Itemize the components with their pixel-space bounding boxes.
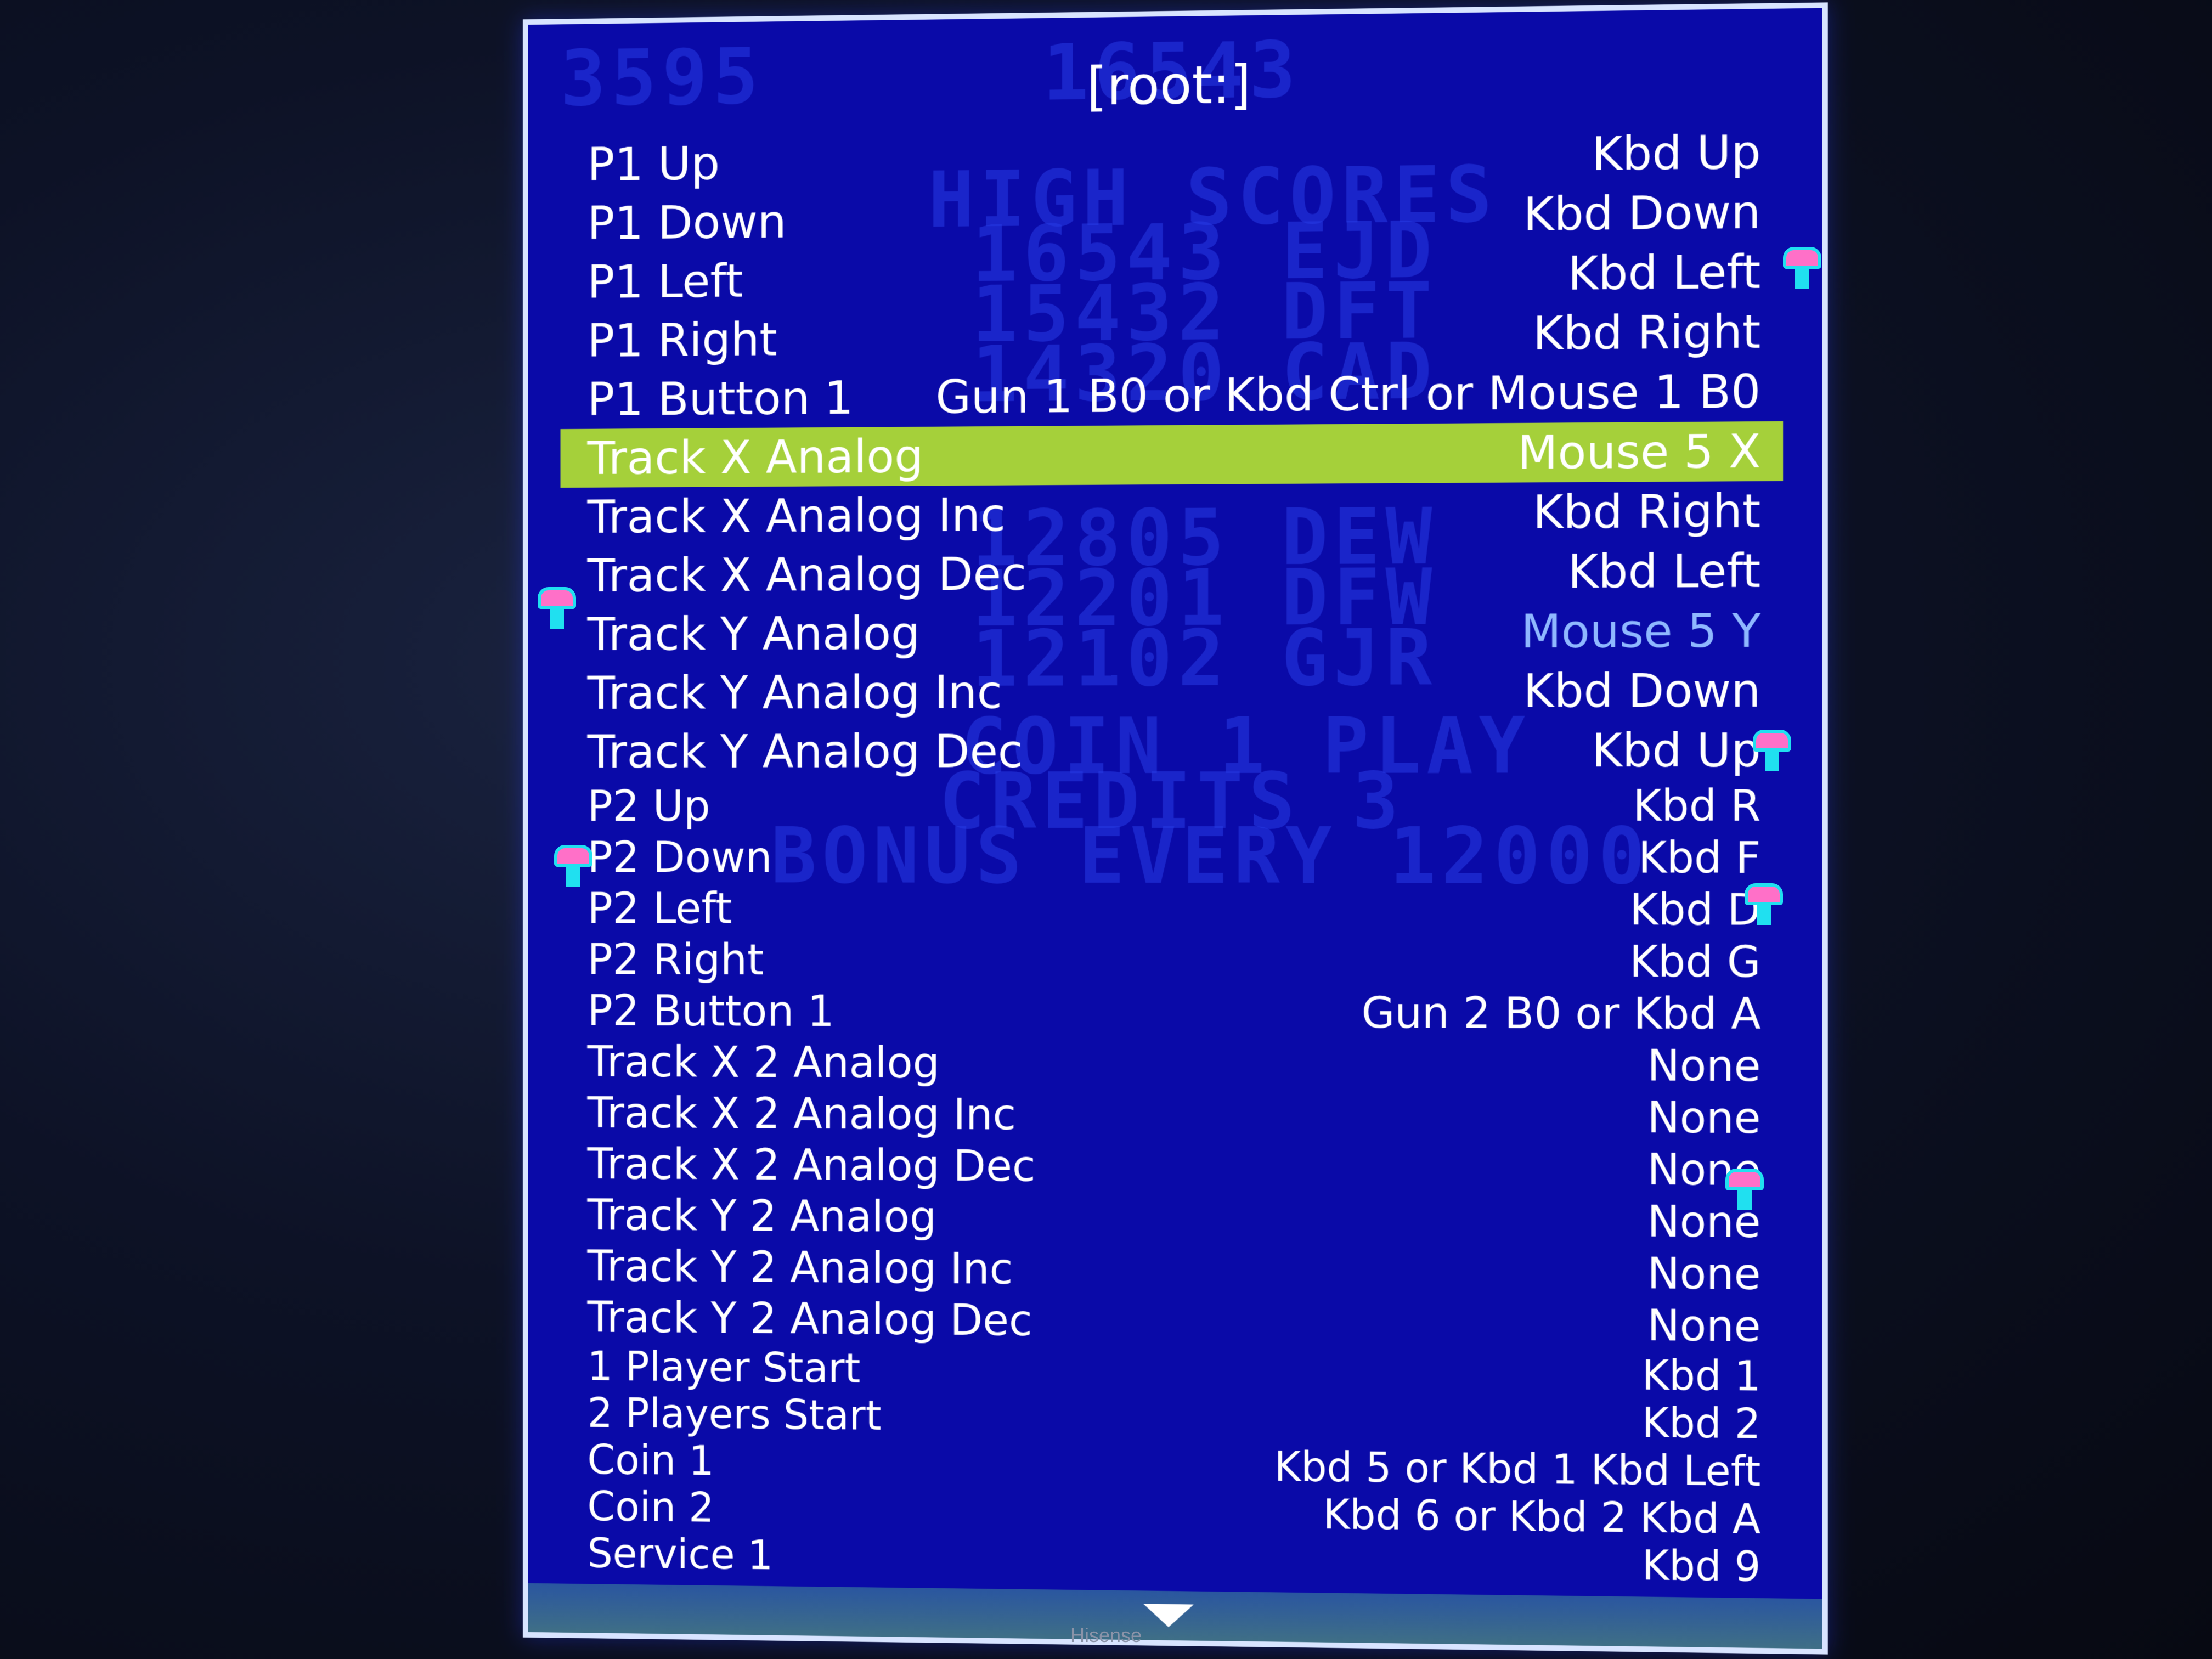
row-value: Kbd Down	[1523, 663, 1761, 718]
mushroom-icon	[1753, 730, 1791, 774]
row-value: Kbd F	[1638, 833, 1761, 883]
row-label: Track X 2 Analog	[587, 1037, 940, 1088]
row-value: Kbd 6 or Kbd 2 Kbd A	[1323, 1491, 1761, 1544]
row-label: Track X 2 Analog Dec	[587, 1139, 1036, 1192]
row-value: Kbd Up	[1592, 125, 1761, 182]
row-label: Track Y 2 Analog Dec	[587, 1293, 1032, 1346]
row-value: Kbd D	[1629, 885, 1761, 935]
row-label: 1 Player Start	[587, 1343, 861, 1392]
tv-brand-logo: Hisense	[1070, 1624, 1142, 1646]
mushroom-icon	[1725, 1169, 1764, 1212]
row-value: Kbd Right	[1532, 304, 1761, 361]
row-label: Track Y Analog Inc	[587, 665, 1002, 720]
mushroom-icon	[1745, 883, 1783, 927]
row-value: Kbd 2	[1641, 1399, 1761, 1448]
row-value: None	[1647, 1301, 1761, 1352]
row-value: Mouse 5 Y	[1521, 603, 1761, 659]
row-value: Kbd G	[1629, 937, 1761, 988]
menu-row-p1-down[interactable]: P1 Down Kbd Down	[561, 182, 1784, 253]
game-screen: 3595 16543 HIGH SCORES 16543 EJD 15432 D…	[522, 2, 1828, 1655]
row-label: P2 Up	[587, 782, 710, 831]
row-value: Gun 1 B0 or Kbd Ctrl or Mouse 1 B0	[935, 364, 1761, 424]
menu-row-track-y-2-analog-dec[interactable]: Track Y 2 Analog Dec None	[561, 1292, 1784, 1353]
menu-row-track-x-analog-dec[interactable]: Track X Analog Dec Kbd Left	[561, 541, 1784, 605]
row-label: Coin 2	[587, 1483, 714, 1532]
menu-row-track-x-2-analog-dec[interactable]: Track X 2 Analog Dec None	[561, 1138, 1784, 1197]
row-value: Kbd Up	[1592, 723, 1761, 778]
menu-row-track-y-2-analog[interactable]: Track Y 2 Analog None	[561, 1190, 1784, 1249]
menu-row-track-y-2-analog-inc[interactable]: Track Y 2 Analog Inc None	[561, 1241, 1784, 1301]
row-value: Kbd R	[1633, 781, 1761, 832]
row-label: Coin 1	[587, 1436, 714, 1485]
tv-frame: 3595 16543 HIGH SCORES 16543 EJD 15432 D…	[0, 0, 2212, 1659]
menu-row-track-y-analog-inc[interactable]: Track Y Analog Inc Kbd Down	[561, 661, 1784, 723]
row-label: P1 Button 1	[587, 371, 854, 426]
row-label: Service 1	[587, 1530, 774, 1579]
row-label: P1 Down	[587, 195, 787, 250]
row-label: Track X Analog	[587, 429, 924, 485]
row-label: P2 Right	[587, 935, 764, 985]
menu-row-track-y-analog[interactable]: Track Y Analog Mouse 5 Y	[561, 601, 1784, 664]
row-value: Mouse 5 X	[1517, 424, 1761, 480]
row-label: Track Y Analog Dec	[587, 724, 1023, 778]
menu-row-p2-left[interactable]: P2 Left Kbd D	[561, 883, 1784, 936]
row-label: Track X 2 Analog Inc	[587, 1088, 1017, 1140]
row-value: Kbd Left	[1567, 245, 1761, 301]
row-label: Track Y Analog	[587, 606, 920, 661]
row-value: None	[1647, 1093, 1761, 1144]
menu-row-track-x-analog-selected[interactable]: Track X Analog Mouse 5 X	[560, 421, 1784, 488]
menu-row-track-x-2-analog[interactable]: Track X 2 Analog None	[561, 1036, 1784, 1092]
menu-row-p2-button-1[interactable]: P2 Button 1 Gun 2 B0 or Kbd A	[561, 985, 1784, 1041]
row-label: P1 Left	[587, 254, 743, 309]
row-value: Kbd Right	[1532, 484, 1761, 539]
menu-row-track-x-2-analog-inc[interactable]: Track X 2 Analog Inc None	[561, 1087, 1784, 1144]
row-label: P1 Up	[587, 137, 720, 191]
row-label: Track Y 2 Analog Inc	[587, 1242, 1013, 1294]
mushroom-icon	[1783, 247, 1821, 291]
row-label: 2 Players Start	[587, 1390, 882, 1440]
menu-row-track-y-analog-dec[interactable]: Track Y Analog Dec Kbd Up	[561, 720, 1784, 781]
mushroom-icon	[554, 845, 592, 889]
row-label: P1 Right	[587, 312, 777, 368]
menu-row-p1-left[interactable]: P1 Left Kbd Left	[561, 242, 1784, 312]
menu-row-p1-button-1[interactable]: P1 Button 1 Gun 1 B0 or Kbd Ctrl or Mouse…	[561, 362, 1784, 429]
row-value: None	[1647, 1041, 1761, 1092]
row-label: P2 Down	[587, 833, 772, 883]
row-label: P2 Left	[587, 884, 732, 934]
row-value: Kbd 1	[1641, 1352, 1761, 1401]
menu-row-p2-right[interactable]: P2 Right Kbd G	[561, 934, 1784, 989]
row-value: Gun 2 B0 or Kbd A	[1361, 988, 1761, 1040]
row-value: Kbd 5 or Kbd 1 Kbd Left	[1274, 1443, 1761, 1496]
input-mapping-list: P1 Up Kbd Up P1 Down Kbd Down P1 Left Kbd L…	[560, 122, 1784, 1592]
row-value: None	[1647, 1249, 1761, 1300]
menu-row-p2-up[interactable]: P2 Up Kbd R	[561, 780, 1784, 832]
menu-row-p1-right[interactable]: P1 Right Kbd Right	[561, 302, 1784, 370]
row-label: Track X Analog Dec	[587, 547, 1026, 602]
menu-row-p2-down[interactable]: P2 Down Kbd F	[561, 832, 1784, 884]
menu-row-track-x-analog-inc[interactable]: Track X Analog Inc Kbd Right	[561, 481, 1784, 546]
row-value: Kbd 9	[1641, 1542, 1761, 1591]
row-label: Track Y 2 Analog	[587, 1190, 937, 1243]
row-value: Kbd Down	[1523, 185, 1761, 241]
row-value: Kbd Left	[1567, 544, 1761, 599]
row-label: Track X Analog Inc	[587, 488, 1006, 544]
mushroom-icon	[538, 587, 576, 631]
row-label: P2 Button 1	[587, 986, 834, 1036]
